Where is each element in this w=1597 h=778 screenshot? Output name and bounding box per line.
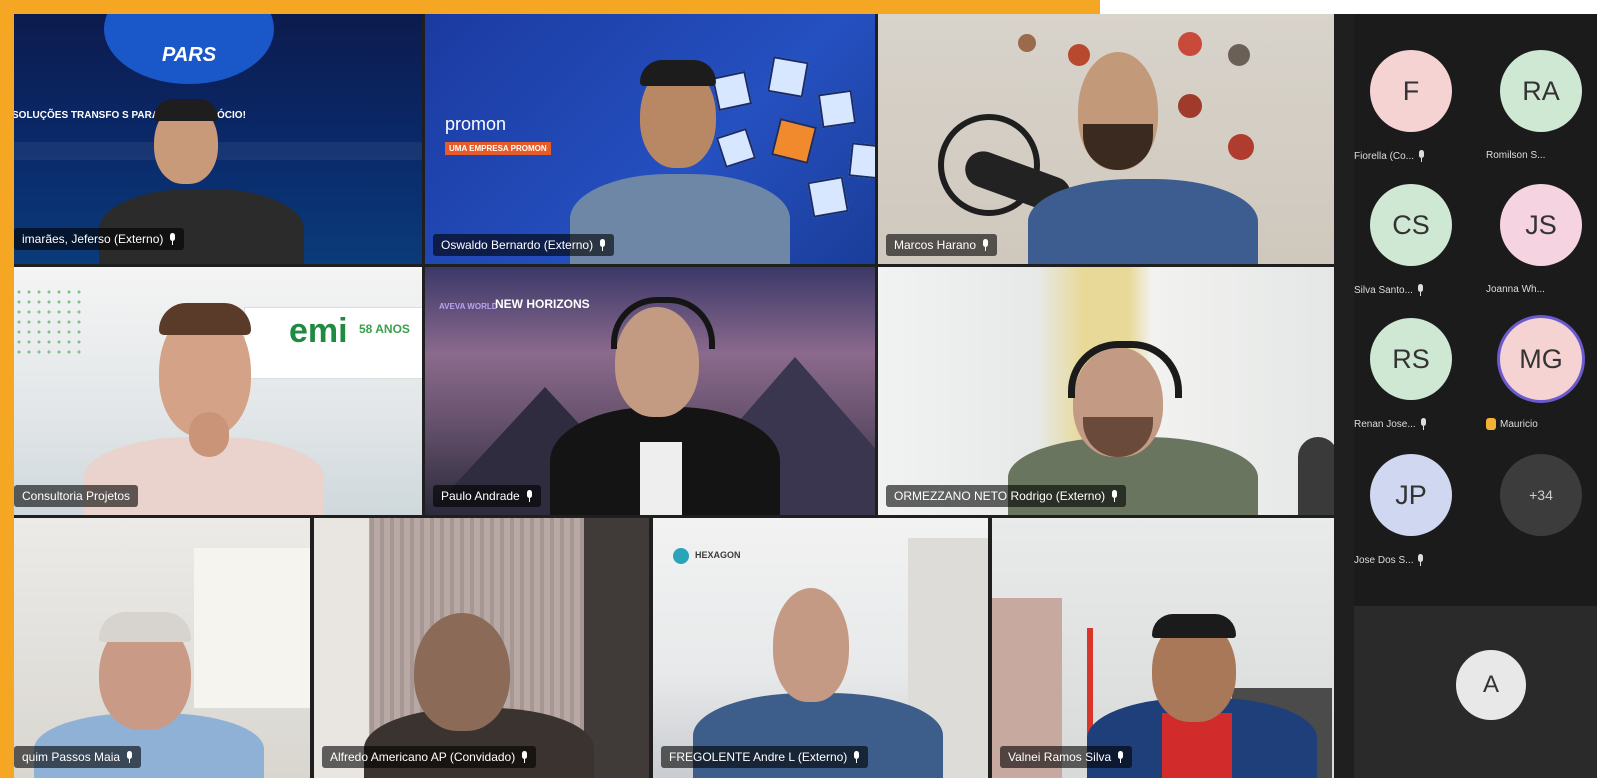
video-tile[interactable]: Marcos Harano	[878, 14, 1334, 264]
mic-icon	[169, 233, 176, 245]
participant-avatar[interactable]: JS	[1500, 184, 1582, 266]
participant-video	[14, 267, 422, 515]
participant-avatar-label: Silva Santo...	[1354, 284, 1424, 296]
participant-avatar-label: Romilson S...	[1486, 150, 1546, 161]
participant-name: Consultoria Projetos	[14, 485, 139, 507]
participant-avatar-label: Joanna Wh...	[1486, 284, 1545, 295]
raised-hand-icon	[1486, 418, 1496, 430]
participant-video	[878, 267, 1334, 515]
mic-icon	[1420, 418, 1427, 430]
video-tile[interactable]: ORMEZZANO NETO Rodrigo (Externo)	[878, 267, 1334, 515]
frame-top-border	[0, 0, 1100, 14]
mic-icon	[126, 751, 133, 763]
video-tile[interactable]: quim Passos Maia	[14, 518, 310, 778]
participant-avatar[interactable]: MG	[1500, 318, 1582, 400]
mic-icon	[1418, 150, 1425, 162]
participant-avatar[interactable]: RA	[1500, 50, 1582, 132]
participant-name: Paulo Andrade	[433, 485, 541, 507]
participant-avatar[interactable]: CS	[1370, 184, 1452, 266]
mic-icon	[1111, 490, 1118, 502]
participant-video	[878, 14, 1334, 264]
participant-name: Oswaldo Bernardo (Externo)	[433, 234, 615, 256]
participant-video	[425, 267, 875, 515]
participant-name: imarães, Jeferso (Externo)	[14, 228, 185, 250]
participant-avatar-label: Fiorella (Co...	[1354, 150, 1425, 162]
self-avatar[interactable]: A	[1456, 650, 1526, 720]
participant-avatar-label: Mauricio	[1486, 418, 1538, 430]
participant-avatar[interactable]: JP	[1370, 454, 1452, 536]
video-tile[interactable]: PARS SOLUÇÕES TRANSFO S PARA O SEU NEGÓC…	[14, 14, 422, 264]
participant-video	[314, 518, 649, 778]
video-tile[interactable]: promon UMA EMPRESA PROMON Oswaldo Bernar…	[425, 14, 875, 264]
participant-video	[14, 14, 422, 264]
video-tile[interactable]: emi 58 ANOS Consultoria Projetos	[14, 267, 422, 515]
participant-name: Valnei Ramos Silva	[1000, 746, 1133, 768]
participant-name: Marcos Harano	[886, 234, 998, 256]
mic-icon	[599, 239, 606, 251]
participant-sidebar: F Fiorella (Co... RA Romilson S... CS Si…	[1354, 14, 1597, 778]
participant-name: ORMEZZANO NETO Rodrigo (Externo)	[886, 485, 1127, 507]
frame-top-white	[1100, 0, 1597, 14]
mic-icon	[1117, 751, 1124, 763]
mic-icon	[521, 751, 528, 763]
participant-name: quim Passos Maia	[14, 746, 142, 768]
participant-name: Alfredo Americano AP (Convidado)	[322, 746, 537, 768]
video-tile[interactable]: AVEVA WORLD NEW HORIZONS Paulo Andrade	[425, 267, 875, 515]
mic-icon	[1417, 284, 1424, 296]
video-grid: PARS SOLUÇÕES TRANSFO S PARA O SEU NEGÓC…	[14, 14, 1354, 778]
participant-avatar-label: Renan Jose...	[1354, 418, 1427, 430]
participant-avatar-label: Jose Dos S...	[1354, 554, 1424, 566]
participant-avatar[interactable]: RS	[1370, 318, 1452, 400]
mic-icon	[526, 490, 533, 502]
video-tile[interactable]: Valnei Ramos Silva	[992, 518, 1334, 778]
video-tile[interactable]: HEXAGON FREGOLENTE Andre L (Externo)	[653, 518, 988, 778]
mic-icon	[853, 751, 860, 763]
more-participants-button[interactable]: +34	[1500, 454, 1582, 536]
participant-video	[653, 518, 988, 778]
participant-video	[992, 518, 1334, 778]
frame-left-border	[0, 0, 14, 778]
participant-name: FREGOLENTE Andre L (Externo)	[661, 746, 869, 768]
mic-icon	[982, 239, 989, 251]
participant-avatar[interactable]: F	[1370, 50, 1452, 132]
participant-video	[425, 14, 875, 264]
mic-icon	[1417, 554, 1424, 566]
participant-video	[14, 518, 310, 778]
video-tile[interactable]: Alfredo Americano AP (Convidado)	[314, 518, 649, 778]
